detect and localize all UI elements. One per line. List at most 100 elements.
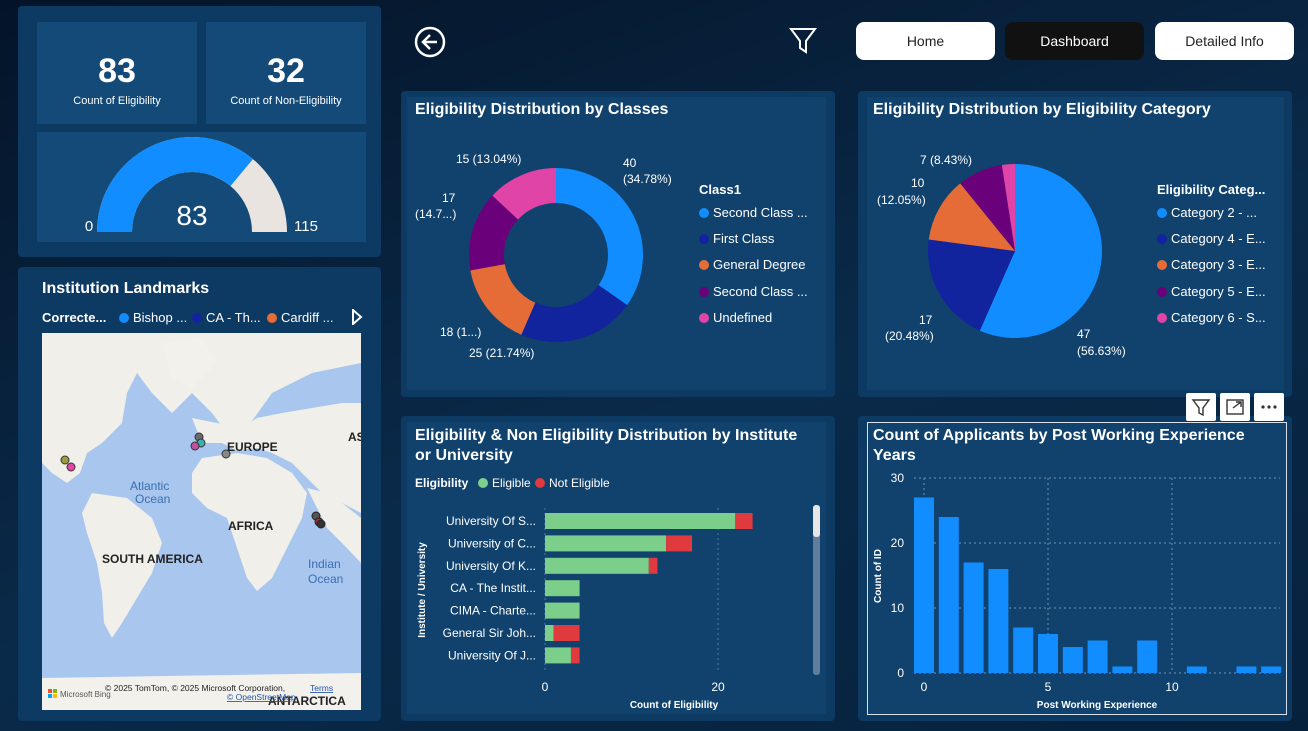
institute-bar-chart[interactable]: Institute / University Count of Eligibil… [407,500,826,714]
eligible-bar[interactable] [545,557,649,574]
map-legend-title: Correcte... [42,310,107,325]
experience-bar[interactable] [1062,647,1083,673]
institute-category-label: University Of J... [448,648,536,662]
non-eligible-count-label: Count of Non-Eligibility [230,95,342,107]
legend-next-icon[interactable] [351,309,363,325]
experience-bar[interactable] [1186,666,1207,674]
experience-bar[interactable] [1038,634,1058,673]
experience-bar[interactable] [1261,666,1282,674]
experience-chart-title: Count of Applicants by Post Working Expe… [873,426,1245,466]
eligible-bar[interactable] [545,625,554,641]
map-legend-item[interactable]: CA - Th... [192,310,261,325]
eligible-bar[interactable] [545,535,667,552]
map-canvas: EUROPE AS Atlantic Ocean AFRICA SOUTH AM… [42,333,361,710]
filter-icon[interactable] [788,26,818,56]
eligible-bar[interactable] [545,647,571,664]
experience-bar[interactable] [1236,666,1257,674]
category-chart-title: Eligibility Distribution by Eligibility … [873,101,1211,118]
classes-legend-item[interactable]: Second Class ... [699,205,808,220]
category-pie-chart[interactable]: 47 (56.63%) 17 (20.48%) 10 (12.05%) 7 (8… [867,125,1157,370]
pie-data-label: (12.05%) [877,193,926,207]
institute-y-axis-label: Institute / University [417,542,428,638]
classes-chart-title: Eligibility Distribution by Classes [415,101,669,118]
classes-legend-item[interactable]: Undefined [699,310,772,325]
not-eligible-bar[interactable] [666,535,693,552]
institute-legend: Eligibility Eligible Not Eligible [415,476,815,494]
classes-donut-chart[interactable]: 40 (34.78%) 25 (21.74%) 18 (1...) 17 (14… [407,125,697,370]
institute-legend-item[interactable]: Not Eligible [535,476,610,490]
institute-category-label: CIMA - Charte... [450,604,536,618]
experience-bar[interactable] [1087,640,1108,674]
institute-category-label: CA - The Instit... [450,581,536,595]
experience-bar[interactable] [938,517,959,673]
not-eligible-bar[interactable] [735,513,753,529]
detailed-info-button[interactable]: Detailed Info [1155,22,1294,60]
non-eligible-kpi-card: 32 Count of Non-Eligibility [206,22,366,124]
institute-x-axis-label: Count of Eligibility [630,700,719,711]
eligible-bar[interactable] [545,602,580,619]
eligible-count-label: Count of Eligibility [73,95,161,107]
eligible-bar[interactable] [545,580,580,597]
donut-data-label: (14.7...) [415,207,456,221]
more-options-icon[interactable] [1254,393,1284,421]
experience-bar[interactable] [1013,627,1034,674]
map-marker[interactable] [190,441,200,451]
institute-category-label: University Of S... [446,514,536,528]
gauge-fill [97,137,253,232]
map-marker[interactable] [66,462,76,472]
map-marker[interactable] [60,455,70,465]
experience-y-axis-label: Count of ID [873,549,884,603]
donut-data-label: 18 (1...) [440,325,481,339]
world-map[interactable]: EUROPE AS Atlantic Ocean AFRICA SOUTH AM… [42,333,361,710]
experience-bar[interactable] [963,562,984,674]
map-legend-item[interactable]: Bishop ... [119,310,187,325]
classes-legend-item[interactable]: First Class [699,231,774,246]
classes-legend-item[interactable]: Second Class ... [699,284,808,299]
focus-mode-icon[interactable] [1220,393,1250,421]
experience-x-axis-label: Post Working Experience [1037,700,1158,711]
map-legend-item[interactable]: Cardiff ... [267,310,334,325]
experience-bar[interactable] [1137,640,1158,674]
map-terms-link[interactable]: Terms [310,683,333,693]
institute-x-tick: 20 [711,680,725,694]
institute-chart-title-line2: or University [415,447,513,464]
institute-legend-item[interactable]: Eligible [478,476,531,490]
map-osm-link[interactable]: © OpenStreetMap [227,692,296,702]
eligible-bar[interactable] [545,513,736,529]
map-label-atlantic: Atlantic [130,479,169,493]
map-marker[interactable] [316,519,326,529]
institute-x-tick: 0 [542,680,549,694]
donut-data-label: 15 (13.04%) [456,152,521,166]
classes-legend-item[interactable]: General Degree [699,257,806,272]
gauge-chart: 83 0 115 [85,137,318,235]
category-legend-item[interactable]: Category 5 - E... [1157,284,1266,299]
home-button[interactable]: Home [856,22,995,60]
classes-legend-title: Class1 [699,182,741,197]
not-eligible-bar[interactable] [570,647,580,664]
not-eligible-bar[interactable] [553,625,580,641]
map-label-africa: AFRICA [228,519,274,533]
visual-filter-icon[interactable] [1186,393,1216,421]
back-arrow-icon[interactable] [413,25,447,59]
not-eligible-bar[interactable] [648,557,658,574]
gauge-max: 115 [294,218,318,235]
category-legend-item[interactable]: Category 4 - E... [1157,231,1266,246]
experience-y-tick: 20 [891,536,905,550]
dashboard-button[interactable]: Dashboard [1005,22,1144,60]
experience-bar[interactable] [914,497,934,674]
category-legend-item[interactable]: Category 3 - E... [1157,257,1266,272]
experience-bar-chart[interactable]: Count of ID Post Working Experience 0 10 2… [867,466,1287,716]
category-legend-item[interactable]: Category 2 - ... [1157,205,1257,220]
institute-chart-title-line1: Eligibility & Non Eligibility Distributi… [415,427,798,444]
experience-bar[interactable] [1112,666,1133,674]
pie-data-label: 47 [1077,327,1091,341]
eligible-count: 83 [98,52,136,90]
category-legend-item[interactable]: Category 6 - S... [1157,310,1266,325]
experience-bar[interactable] [988,569,1009,673]
donut-data-label: 40 [623,156,637,170]
experience-chart-title-line2: Years [873,447,916,464]
donut-slice[interactable] [556,168,643,306]
gauge-min: 0 [85,218,93,235]
scrollbar-thumb[interactable] [813,505,820,537]
gauge-card: 83 0 115 [37,132,366,242]
